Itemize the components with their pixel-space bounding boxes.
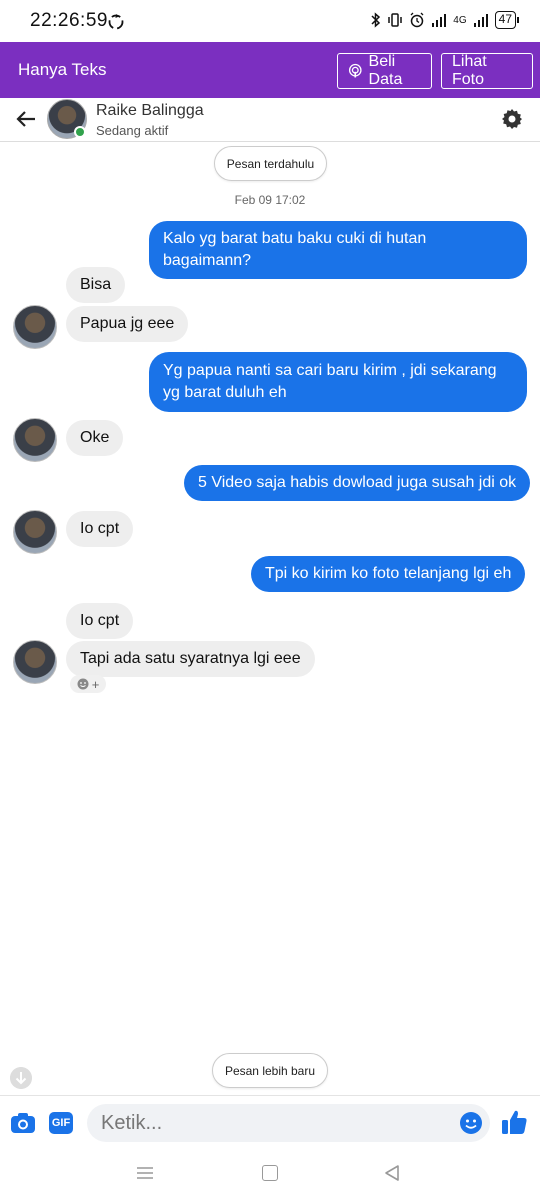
recent-apps-icon[interactable] [136, 1166, 154, 1180]
camera-icon[interactable] [10, 1111, 36, 1135]
chat-header: Raike Balingga Sedang aktif [0, 98, 540, 142]
message-incoming[interactable]: Papua jg eee [66, 306, 189, 342]
status-time: 22:26:59 [30, 10, 108, 31]
home-icon[interactable] [262, 1165, 278, 1181]
contact-avatar-small[interactable] [13, 305, 57, 349]
message-timestamp: Feb 09 17:02 [234, 193, 306, 207]
sync-icon [108, 14, 124, 30]
online-indicator [74, 126, 86, 138]
signal-icon-2 [473, 14, 488, 27]
mode-title: Hanya Teks [18, 60, 107, 79]
message-outgoing[interactable]: Kalo yg barat batu baku cuki di hutan ba… [149, 221, 527, 279]
message-incoming[interactable]: Tapi ada satu syaratnya lgi eee [66, 641, 315, 677]
scroll-down-icon[interactable] [10, 1067, 32, 1089]
podcast-icon [348, 63, 362, 78]
gear-icon[interactable] [500, 107, 524, 131]
signal-icon [432, 14, 447, 27]
message-composer: GIF [0, 1095, 540, 1149]
message-incoming[interactable]: Bisa [66, 267, 126, 303]
alarm-icon [410, 12, 424, 28]
message-outgoing[interactable]: Tpi ko kirim ko foto telanjang lgi eh [251, 556, 526, 592]
network-type: 4G [453, 14, 467, 26]
contact-avatar-small[interactable] [13, 418, 57, 462]
message-incoming[interactable]: Io cpt [66, 511, 134, 547]
older-messages-label: Pesan terdahulu [226, 156, 315, 171]
newer-messages-label: Pesan lebih baru [224, 1063, 316, 1078]
add-reaction-button[interactable]: + [70, 675, 106, 693]
smiley-icon [77, 678, 89, 690]
contact-status: Sedang aktif [96, 123, 169, 138]
older-messages-button[interactable]: Pesan terdahulu [214, 146, 327, 181]
battery-icon: 47 [494, 11, 520, 29]
buy-data-button[interactable]: Beli Data [337, 53, 432, 89]
view-photo-button[interactable]: Lihat Foto [441, 53, 533, 89]
message-incoming[interactable]: Oke [66, 420, 124, 456]
contact-avatar-small[interactable] [13, 510, 57, 554]
view-photo-label: Lihat Foto [452, 53, 487, 88]
gif-button[interactable]: GIF [49, 1112, 73, 1134]
back-arrow-icon[interactable] [14, 107, 38, 131]
status-icons: 4G 47 [371, 11, 520, 29]
status-bar: 22:26:59 4G 47 [0, 0, 540, 42]
message-outgoing[interactable]: Yg papua nanti sa cari baru kirim , jdi … [149, 352, 527, 412]
message-incoming[interactable]: Io cpt [66, 603, 134, 639]
vibrate-icon [388, 13, 403, 27]
nav-back-icon[interactable] [383, 1164, 401, 1182]
newer-messages-button[interactable]: Pesan lebih baru [212, 1053, 328, 1088]
contact-avatar-small[interactable] [13, 640, 57, 684]
message-input[interactable] [87, 1104, 490, 1142]
thumbs-up-icon[interactable] [500, 1108, 528, 1136]
system-nav-bar [0, 1149, 540, 1200]
emoji-icon[interactable] [459, 1111, 483, 1135]
plus-icon: + [91, 676, 100, 692]
contact-name[interactable]: Raike Balingga [96, 102, 204, 120]
message-outgoing[interactable]: 5 Video saja habis dowload juga susah jd… [184, 465, 531, 501]
app-topbar: Hanya Teks Beli Data Lihat Foto [0, 42, 540, 98]
buy-data-label: Beli Data [368, 53, 403, 88]
bluetooth-icon [371, 12, 381, 28]
